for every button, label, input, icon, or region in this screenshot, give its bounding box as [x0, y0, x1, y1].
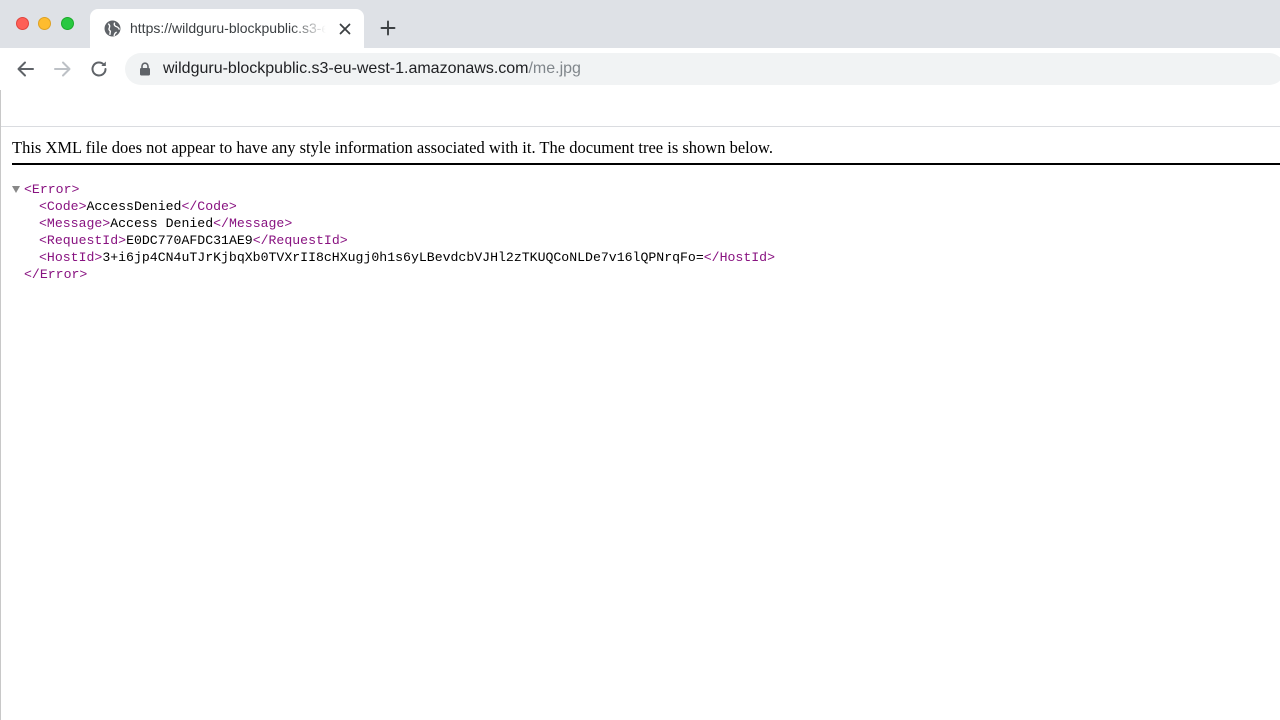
- window-edge: [0, 90, 1, 720]
- tag-close: </Message>: [213, 216, 293, 231]
- node-value: E0DC770AFDC31AE9: [126, 233, 253, 248]
- window-minimize-button[interactable]: [38, 17, 51, 30]
- window-zoom-button[interactable]: [61, 17, 74, 30]
- tag-close: </Code>: [181, 199, 237, 214]
- plus-icon[interactable]: [380, 20, 396, 36]
- tab-title: https://wildguru-blockpublic.s3-eu-west-…: [130, 20, 326, 36]
- xml-node-code: <Code>AccessDenied</Code>: [39, 198, 237, 215]
- tag-error-close: </Error>: [24, 267, 88, 282]
- close-icon[interactable]: [338, 22, 352, 36]
- tag-open: <RequestId>: [39, 233, 127, 248]
- tag-close: </HostId>: [703, 250, 775, 265]
- tab-strip: https://wildguru-blockpublic.s3-eu-west-…: [0, 0, 1280, 48]
- content-divider: [0, 126, 1280, 127]
- node-value: Access Denied: [110, 216, 214, 231]
- xml-root-open: <Error>: [24, 181, 79, 198]
- reload-icon[interactable]: [88, 58, 110, 80]
- browser-toolbar: wildguru-blockpublic.s3-eu-west-1.amazon…: [0, 48, 1280, 90]
- tag-open: <Code>: [39, 199, 87, 214]
- node-value: AccessDenied: [86, 199, 182, 214]
- tag-error-open: <Error>: [24, 182, 80, 197]
- browser-tab[interactable]: https://wildguru-blockpublic.s3-eu-west-…: [90, 9, 364, 48]
- url-text[interactable]: wildguru-blockpublic.s3-eu-west-1.amazon…: [163, 60, 581, 78]
- tag-open: <HostId>: [39, 250, 103, 265]
- url-host: wildguru-blockpublic.s3-eu-west-1.amazon…: [163, 60, 529, 77]
- url-path: /me.jpg: [528, 60, 581, 77]
- node-value: 3+i6jp4CN4uTJrKjbqXb0TVXrII8cHXugj0h1s6y…: [102, 250, 704, 265]
- xml-style-notice: This XML file does not appear to have an…: [12, 138, 1280, 165]
- window-close-button[interactable]: [16, 17, 29, 30]
- xml-node-message: <Message>Access Denied</Message>: [39, 215, 292, 232]
- collapse-triangle-icon[interactable]: [12, 186, 20, 193]
- tag-close: </RequestId>: [252, 233, 348, 248]
- globe-icon: [104, 20, 121, 37]
- arrow-left-icon[interactable]: [15, 58, 37, 80]
- lock-icon[interactable]: [139, 62, 151, 76]
- arrow-right-icon[interactable]: [51, 58, 73, 80]
- xml-node-request-id: <RequestId>E0DC770AFDC31AE9</RequestId>: [39, 232, 348, 249]
- tag-open: <Message>: [39, 216, 111, 231]
- xml-node-host-id: <HostId>3+i6jp4CN4uTJrKjbqXb0TVXrII8cHXu…: [39, 249, 775, 266]
- address-bar[interactable]: wildguru-blockpublic.s3-eu-west-1.amazon…: [125, 53, 1280, 85]
- xml-root-close: </Error>: [24, 266, 87, 283]
